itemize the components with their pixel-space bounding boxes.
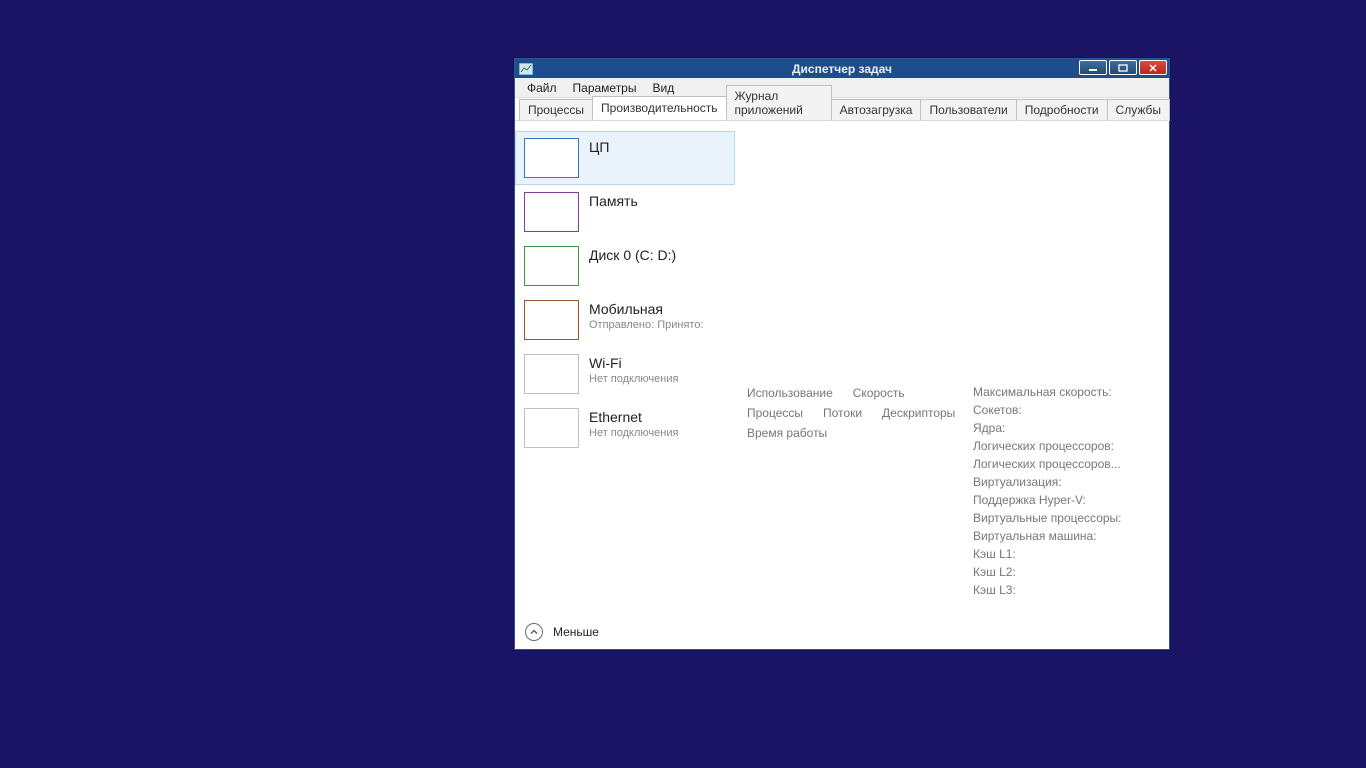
sidebar-item-sub: Отправлено: Принято: [589,318,704,332]
footer: Меньше [515,615,1169,649]
sidebar-item-sub: Нет подключения [589,372,678,386]
sidebar: ЦП Память Диск 0 (C: D:) [515,121,735,615]
tab-services[interactable]: Службы [1107,99,1170,121]
maximize-button[interactable] [1109,60,1137,75]
tab-processes[interactable]: Процессы [519,99,593,121]
sidebar-item-wifi[interactable]: Wi-Fi Нет подключения [515,347,735,401]
tabstrip: Процессы Производительность Журнал прило… [515,98,1169,121]
sidebar-item-label: Мобильная [589,300,704,318]
stats-left: Использование Скорость Процессы Потоки Д… [747,386,955,446]
sidebar-item-disk[interactable]: Диск 0 (C: D:) [515,239,735,293]
chevron-up-icon[interactable] [525,623,543,641]
sidebar-item-cpu[interactable]: ЦП [515,131,735,185]
label-hyperv: Поддержка Hyper-V: [973,491,1122,509]
sidebar-item-label: Ethernet [589,408,678,426]
label-cache-l1: Кэш L1: [973,545,1122,563]
window-buttons [1079,60,1167,75]
tab-performance[interactable]: Производительность [592,96,726,120]
tab-users[interactable]: Пользователи [920,99,1016,121]
tab-app-history[interactable]: Журнал приложений [726,85,832,121]
label-virtualization: Виртуализация: [973,473,1122,491]
menu-options[interactable]: Параметры [565,79,645,97]
label-sockets: Сокетов: [973,401,1122,419]
label-speed: Скорость [853,386,905,400]
label-logical-processors-more: Логических процессоров... [973,455,1122,473]
menu-file[interactable]: Файл [519,79,565,97]
sidebar-item-mobile[interactable]: Мобильная Отправлено: Принято: [515,293,735,347]
tab-details[interactable]: Подробности [1016,99,1108,121]
sidebar-item-ethernet[interactable]: Ethernet Нет подключения [515,401,735,455]
wifi-thumbnail-icon [524,354,579,394]
titlebar[interactable]: Диспетчер задач [515,59,1169,78]
label-cores: Ядра: [973,419,1122,437]
body: ЦП Память Диск 0 (C: D:) [515,121,1169,649]
sidebar-item-label: Wi-Fi [589,354,678,372]
sidebar-item-memory[interactable]: Память [515,185,735,239]
label-cache-l3: Кэш L3: [973,581,1122,599]
tab-startup[interactable]: Автозагрузка [831,99,922,121]
label-utilization: Использование [747,386,833,400]
label-virtual-processors: Виртуальные процессоры: [973,509,1122,527]
sidebar-item-label: Диск 0 (C: D:) [589,246,676,264]
app-icon [518,61,534,77]
menu-view[interactable]: Вид [644,79,682,97]
menubar: Файл Параметры Вид [515,78,1169,98]
label-uptime: Время работы [747,426,827,440]
label-threads: Потоки [823,406,862,420]
label-logical-processors: Логических процессоров: [973,437,1122,455]
stats-right: Максимальная скорость: Сокетов: Ядра: Ло… [973,383,1122,599]
memory-thumbnail-icon [524,192,579,232]
label-processes: Процессы [747,406,803,420]
sidebar-item-label: ЦП [589,138,609,156]
cpu-thumbnail-icon [524,138,579,178]
label-cache-l2: Кэш L2: [973,563,1122,581]
close-button[interactable] [1139,60,1167,75]
disk-thumbnail-icon [524,246,579,286]
label-handles: Дескрипторы [882,406,955,420]
label-virtual-machine: Виртуальная машина: [973,527,1122,545]
ethernet-thumbnail-icon [524,408,579,448]
sidebar-item-label: Память [589,192,638,210]
mobile-thumbnail-icon [524,300,579,340]
window-title: Диспетчер задач [515,62,1169,76]
task-manager-window: Диспетчер задач Файл Параметры Вид Проце… [514,58,1170,650]
main-panel: Использование Скорость Процессы Потоки Д… [735,121,1169,615]
minimize-button[interactable] [1079,60,1107,75]
fewer-details-button[interactable]: Меньше [553,625,599,639]
content: ЦП Память Диск 0 (C: D:) [515,121,1169,615]
sidebar-item-sub: Нет подключения [589,426,678,440]
label-max-speed: Максимальная скорость: [973,383,1122,401]
